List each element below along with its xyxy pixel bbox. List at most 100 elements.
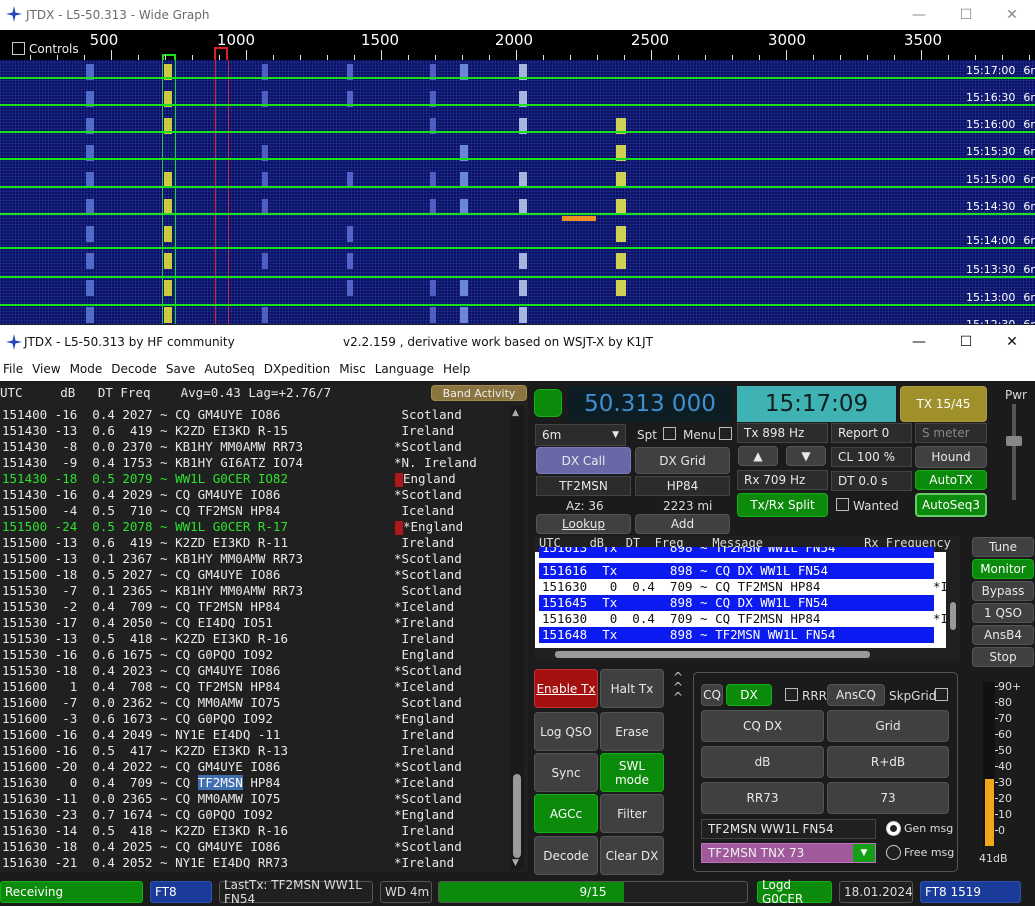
scroll-down-arrow-icon[interactable]: ▼ (512, 858, 519, 868)
73-message-button[interactable]: 73 (827, 782, 949, 814)
rx-hscroll-thumb[interactable] (555, 651, 870, 658)
band-row[interactable]: 151530 -2 0.4 709 ~ CQ TF2MSN HP84 *Icela… (2, 599, 507, 615)
decode-button[interactable]: Decode (534, 836, 598, 875)
free-msg-field[interactable]: TF2MSN TNX 73 ▼ (701, 843, 876, 863)
autotx-button[interactable]: AutoTX (915, 470, 987, 490)
side-ansb4-button[interactable]: AnsB4 (972, 625, 1034, 645)
band-row[interactable]: 151430 -9 0.4 1753 ~ KB1HY GI6ATZ IO74 *N… (2, 455, 507, 471)
rx-scroll-thumb[interactable] (950, 602, 956, 630)
menu-help[interactable]: Help (440, 359, 476, 376)
tx-up-button[interactable]: ▲ (738, 446, 778, 466)
rrr-checkbox[interactable] (785, 688, 798, 701)
band-row[interactable]: 151600 -3 0.6 1673 ~ CQ G0PQO IO92 *Engla… (2, 711, 507, 727)
band-row[interactable]: 151600 -16 0.4 2049 ~ NY1E EI4DQ -11 Ire… (2, 727, 507, 743)
rx-row[interactable]: 151616 Tx 898 ~ CQ DX WW1L FN54 (539, 563, 934, 579)
frequency-ruler[interactable]: Controls 500 1000 1500 2000 2500 3000 3500 (0, 30, 1035, 60)
report-field[interactable]: Report 0 (831, 423, 912, 443)
band-row[interactable]: 151630 0 0.4 709 ~ CQ TF2MSN HP84 *Icelan… (2, 775, 507, 791)
side-stop-button[interactable]: Stop (972, 647, 1034, 667)
waterfall[interactable]: 15:17:00 6m 15:16:30 6m 15:16:00 6m 15:15:30 6m… (0, 60, 1035, 324)
filter-button[interactable]: Filter (600, 794, 664, 833)
pwr-slider-handle[interactable] (1006, 436, 1022, 446)
add-button[interactable]: Add (635, 514, 730, 534)
band-row[interactable]: 151600 -7 0.0 2362 ~ CQ MM0AMW IO75 Scot… (2, 695, 507, 711)
band-activity-button[interactable]: Band Activity (431, 385, 527, 401)
band-row[interactable]: 151630 -14 0.5 418 ~ K2ZD EI3KD R-16 Ire… (2, 823, 507, 839)
band-row[interactable]: 151430 -16 0.4 2029 ~ CQ GM4UYE IO86 *Sco… (2, 487, 507, 503)
enable-tx-button[interactable]: Enable Tx (534, 669, 598, 708)
rr73-message-button[interactable]: RR73 (701, 782, 824, 814)
band-row[interactable]: 151500 -13 0.1 2367 ~ KB1HY MM0AMW RR73 *… (2, 551, 507, 567)
band-row[interactable]: 151630 -21 0.4 2052 ~ NY1E EI4DQ RR73 *Ir… (2, 855, 507, 871)
band-row[interactable]: 151600 -16 0.5 417 ~ K2ZD EI3KD R-13 Ire… (2, 743, 507, 759)
menu-autoseq[interactable]: AutoSeq (201, 359, 260, 376)
gen-msg-radio[interactable] (886, 821, 901, 836)
dx-grid-button[interactable]: DX Grid (635, 447, 730, 474)
menu-mode[interactable]: Mode (67, 359, 109, 376)
close-icon[interactable]: ✕ (989, 2, 1035, 28)
scroll-up-arrow-icon[interactable]: ▲ (512, 408, 519, 418)
rx-row[interactable]: 151613 Tx 898 ~ TF2MSN WW1L FN54 (539, 547, 934, 558)
frequency-display[interactable]: 50.313 000 (568, 386, 732, 422)
free-msg-dropdown[interactable]: ▼ (853, 844, 875, 862)
rx-frequency-panel[interactable]: UTC dB DT Freq Message Rx Frequency 1516… (535, 536, 960, 661)
selected-callsign[interactable]: TF2MSN (198, 775, 243, 790)
band-row[interactable]: 151530 -7 0.1 2365 ~ KB1HY MM0AMW RR73 S… (2, 583, 507, 599)
band-row[interactable]: 151430 -8 0.0 2370 ~ KB1HY MM0AMW RR73 *S… (2, 439, 507, 455)
rx-row[interactable]: 151648 Tx 898 ~ TF2MSN WW1L FN54 (539, 627, 934, 643)
rx-frequency-field[interactable]: Rx 709 Hz (737, 470, 828, 490)
grid-message-button[interactable]: Grid (827, 710, 949, 742)
rx-row[interactable]: 151630 0 0.4 709 ~ CQ TF2MSN HP84 (539, 611, 934, 627)
controls-checkbox[interactable] (12, 42, 25, 55)
rx-row[interactable]: 151645 Tx 898 ~ CQ DX WW1L FN54 (539, 595, 934, 611)
band-row[interactable]: 151500 -4 0.5 710 ~ CQ TF2MSN HP84 Icela… (2, 503, 507, 519)
spt-checkbox[interactable] (663, 427, 676, 440)
tx-rx-split-button[interactable]: Tx/Rx Split (737, 493, 828, 517)
band-row[interactable]: 151500 -18 0.5 2027 ~ CQ GM4UYE IO86 *Sco… (2, 567, 507, 583)
erase-button[interactable]: Erase (600, 712, 664, 751)
band-row[interactable]: 151430 -13 0.6 419 ~ K2ZD EI3KD R-15 Ire… (2, 423, 507, 439)
maximize-icon[interactable]: ☐ (943, 329, 989, 355)
band-select[interactable]: 6m ▼ (535, 424, 626, 446)
tx-period-button[interactable]: TX 15/45 (900, 386, 987, 422)
r-db-message-button[interactable]: R+dB (827, 746, 949, 778)
skpgrid-checkbox[interactable] (935, 688, 948, 701)
side-monitor-button[interactable]: Monitor (972, 559, 1034, 579)
agcc-button[interactable]: AGCc (534, 794, 598, 833)
cl-field[interactable]: CL 100 % (831, 447, 912, 467)
menu-dxpedition[interactable]: DXpedition (261, 359, 336, 376)
hound-button[interactable]: Hound (915, 446, 987, 468)
band-row[interactable]: 151530 -13 0.5 418 ~ K2ZD EI3KD R-16 Ire… (2, 631, 507, 647)
band-row[interactable]: 151400 -16 0.4 2027 ~ CQ GM4UYE IO86 Sco… (2, 407, 507, 423)
pwr-slider[interactable] (1012, 404, 1016, 500)
tx-down-button[interactable]: ▼ (786, 446, 826, 466)
band-scrollbar[interactable]: ▲ ▼ (510, 406, 524, 870)
maximize-icon[interactable]: ☐ (943, 2, 989, 28)
band-row[interactable]: 151530 -16 0.6 1675 ~ CQ G0PQO IO92 Engl… (2, 647, 507, 663)
band-row[interactable]: 151630 -18 0.4 2025 ~ CQ GM4UYE IO86 *Sco… (2, 839, 507, 855)
band-row[interactable]: 151600 -20 0.4 2022 ~ CQ GM4UYE IO86 *Sco… (2, 759, 507, 775)
anscq-button[interactable]: AnsCQ (827, 684, 885, 706)
tx-frequency-field[interactable]: Tx 898 Hz (737, 423, 828, 443)
band-row[interactable]: 151630 -11 0.0 2365 ~ CQ MM0AMW IO75 *Sco… (2, 791, 507, 807)
halt-tx-button[interactable]: Halt Tx (600, 669, 664, 708)
menu-decode[interactable]: Decode (108, 359, 163, 376)
side-1-qso-button[interactable]: 1 QSO (972, 603, 1034, 623)
gen-msg-field[interactable]: TF2MSN WW1L FN54 (701, 819, 876, 839)
menu-view[interactable]: View (29, 359, 66, 376)
band-row[interactable]: 151530 -18 0.4 2023 ~ CQ GM4UYE IO86 *Sco… (2, 663, 507, 679)
band-row[interactable]: 151530 -17 0.4 2050 ~ CQ EI4DQ IO51 *Irel… (2, 615, 507, 631)
autoseq-button[interactable]: AutoSeq3 (915, 493, 987, 517)
scroll-thumb[interactable] (513, 774, 521, 858)
free-msg-radio[interactable] (886, 845, 901, 860)
dx-call-field[interactable]: TF2MSN (536, 476, 631, 496)
menu-save[interactable]: Save (163, 359, 201, 376)
band-row[interactable]: 151500 -13 0.6 419 ~ K2ZD EI3KD R-11 Ire… (2, 535, 507, 551)
wanted-checkbox[interactable] (836, 498, 849, 511)
band-row[interactable]: 151600 1 0.4 708 ~ CQ TF2MSN HP84 *Icelan… (2, 679, 507, 695)
menu-language[interactable]: Language (372, 359, 440, 376)
dt-field[interactable]: DT 0.0 s (831, 471, 912, 491)
side-tune-button[interactable]: Tune (972, 537, 1034, 557)
menu-file[interactable]: File (0, 359, 29, 376)
cq-button[interactable]: CQ (701, 684, 723, 706)
